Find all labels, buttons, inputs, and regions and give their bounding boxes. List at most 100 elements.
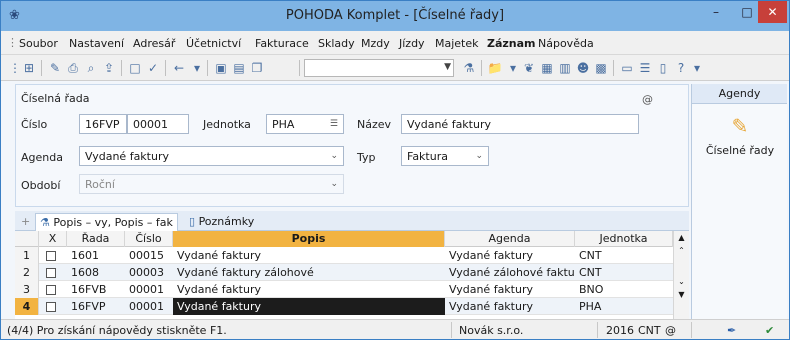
save-icon[interactable]: ▣ <box>213 60 229 76</box>
menu-napoveda[interactable]: Nápověda <box>538 37 594 50</box>
window-icon[interactable]: ▭ <box>619 60 635 76</box>
copy-icon[interactable]: ❐ <box>249 60 265 76</box>
status-at-icon[interactable]: @ <box>665 324 676 337</box>
row-checkbox[interactable] <box>46 268 56 278</box>
at-icon[interactable]: @ <box>642 93 653 106</box>
toolbar-separator <box>299 60 300 76</box>
dropdown-icon[interactable]: ▾ <box>505 60 521 76</box>
tab-strip: + ⚗ Popis – vy, Popis – fak ▯ Poznámky <box>15 211 689 231</box>
edit-icon[interactable]: ✓ <box>145 60 161 76</box>
filter-icon: ⚗ <box>40 216 50 229</box>
tab-poznamky[interactable]: ▯ Poznámky <box>185 213 258 231</box>
status-hint: (4/4) Pro získání nápovědy stiskněte F1. <box>7 324 227 337</box>
calculator-icon[interactable]: ▥ <box>557 60 573 76</box>
scroll-top-icon[interactable]: ▲ <box>674 233 689 242</box>
print-icon[interactable]: ⎙ <box>65 60 81 76</box>
table-row[interactable]: 1 1601 00015 Vydané faktury Vydané faktu… <box>15 247 689 264</box>
jednotka-label: Jednotka <box>203 118 251 131</box>
status-unit[interactable]: CNT <box>638 324 661 337</box>
toolbar-separator <box>121 60 122 76</box>
status-separator <box>691 322 692 338</box>
menu-fakturace[interactable]: Fakturace <box>255 37 309 50</box>
agenda-icon[interactable]: ⊞ <box>21 60 37 76</box>
forward-icon[interactable]: ▾ <box>189 60 205 76</box>
export-icon[interactable]: ⇪ <box>101 60 117 76</box>
leaf-icon[interactable]: ❦ <box>521 60 537 76</box>
cell-popis: Vydané faktury zálohové <box>177 266 314 279</box>
agendy-header: Agendy <box>692 84 787 104</box>
agendy-item-ciselne-rady[interactable]: Číselné řady <box>692 144 788 157</box>
cell-cislo: 00001 <box>129 300 164 313</box>
cell-rada: 1608 <box>71 266 99 279</box>
cislo-prefix-field[interactable]: 16FVP <box>79 114 127 134</box>
tab-popis[interactable]: ⚗ Popis – vy, Popis – fak <box>35 213 178 231</box>
cell-jednotka: CNT <box>579 249 602 262</box>
nazev-field[interactable]: Vydané faktury <box>401 114 639 134</box>
menu-jizdy[interactable]: Jízdy <box>399 37 425 50</box>
menu-majetek[interactable]: Majetek <box>435 37 479 50</box>
header-agenda[interactable]: Agenda <box>445 231 575 247</box>
help-icon[interactable]: ? <box>673 60 689 76</box>
menu-nastaveni[interactable]: Nastavení <box>69 37 124 50</box>
preview-icon[interactable]: ⌕ <box>83 60 99 76</box>
menu-zaznam[interactable]: Záznam <box>487 37 536 50</box>
row-checkbox[interactable] <box>46 285 56 295</box>
tab-pin-icon[interactable]: + <box>17 213 34 231</box>
jednotka-field[interactable]: PHA ☰ <box>266 114 344 134</box>
menu-sklady[interactable]: Sklady <box>318 37 355 50</box>
row-checkbox[interactable] <box>46 251 56 261</box>
row-number: 1 <box>15 247 39 264</box>
stepper-icon[interactable]: ☰ <box>330 119 338 129</box>
agenda-label: Agenda <box>21 151 63 164</box>
folder-icon[interactable]: 📁 <box>487 60 503 76</box>
filter-icon[interactable]: ⚗ <box>461 60 477 76</box>
table-row[interactable]: 2 1608 00003 Vydané faktury zálohové Vyd… <box>15 264 689 281</box>
header-jednotka[interactable]: Jednotka <box>575 231 673 247</box>
check-icon[interactable]: ✔ <box>765 324 774 337</box>
row-checkbox[interactable] <box>46 302 56 312</box>
header-cislo[interactable]: Číslo <box>125 231 173 247</box>
grid-vertical-scrollbar[interactable]: ▲ ⌃ ⌄ ▼ <box>673 231 689 319</box>
save-all-icon[interactable]: ▤ <box>231 60 247 76</box>
typ-select[interactable]: Faktura ⌄ <box>401 146 489 166</box>
list-icon[interactable]: ☰ <box>637 60 653 76</box>
table-row[interactable]: 3 16FVB 00001 Vydané faktury Vydané fakt… <box>15 281 689 298</box>
numbering-icon[interactable]: ✎ <box>726 114 754 138</box>
header-popis[interactable]: Popis <box>173 231 445 247</box>
agendy-panel: Agendy ✎ Číselné řady <box>691 84 787 326</box>
tab-poznamky-label: Poznámky <box>198 215 255 228</box>
header-x[interactable]: X <box>39 231 67 247</box>
menu-adresar[interactable]: Adresář <box>133 37 175 50</box>
scroll-bottom-icon[interactable]: ▼ <box>674 290 689 299</box>
toolbar-separator <box>481 60 482 76</box>
jednotka-value: PHA <box>272 118 295 131</box>
scroll-up-icon[interactable]: ⌃ <box>674 246 689 255</box>
people-icon[interactable]: ☻ <box>575 60 591 76</box>
document-icon[interactable]: ▯ <box>655 60 671 76</box>
tools-icon[interactable]: ✎ <box>47 60 63 76</box>
cell-agenda: Vydané faktury <box>449 283 533 296</box>
cell-popis-selected[interactable]: Vydané faktury <box>173 298 445 315</box>
keyboard-icon[interactable]: ▩ <box>593 60 609 76</box>
status-separator <box>597 322 598 338</box>
quick-filter-combo[interactable]: ▼ <box>304 59 454 77</box>
cislo-number-field[interactable]: 00001 <box>127 114 189 134</box>
calendar-icon[interactable]: ▦ <box>539 60 555 76</box>
close-button[interactable]: ✕ <box>758 1 787 23</box>
status-year[interactable]: 2016 <box>606 324 634 337</box>
menu-mzdy[interactable]: Mzdy <box>361 37 390 50</box>
agenda-select[interactable]: Vydané faktury ⌄ <box>79 146 344 166</box>
tab-popis-label: Popis – vy, Popis – fak <box>53 216 173 229</box>
table-row-selected[interactable]: 4 16FVP 00001 Vydané faktury Vydané fakt… <box>15 298 689 315</box>
chevron-down-icon[interactable]: ▾ <box>689 60 705 76</box>
nazev-label: Název <box>357 118 392 131</box>
minimize-button[interactable]: – <box>701 1 731 23</box>
scroll-down-icon[interactable]: ⌄ <box>674 277 689 286</box>
row-number: 2 <box>15 264 39 281</box>
new-record-icon[interactable]: □ <box>127 60 143 76</box>
menu-soubor[interactable]: Soubor <box>19 37 58 50</box>
back-icon[interactable]: ← <box>171 60 187 76</box>
pen-icon[interactable]: ✒ <box>727 324 736 337</box>
menu-ucetnictvi[interactable]: Účetnictví <box>186 37 241 50</box>
header-rada[interactable]: Řada <box>67 231 125 247</box>
